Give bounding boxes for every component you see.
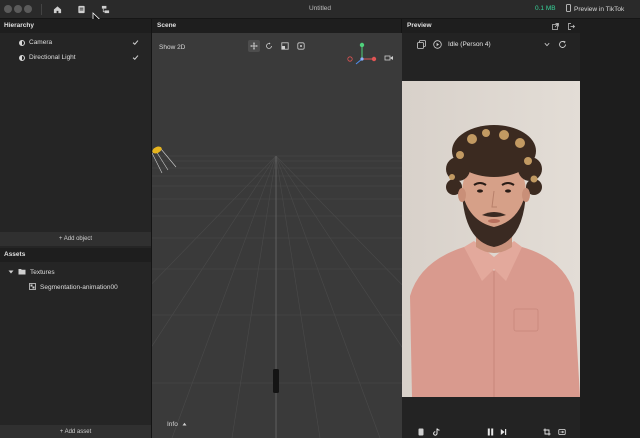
- info-toggle[interactable]: Info: [167, 421, 187, 428]
- scale-tool-icon[interactable]: [281, 42, 289, 52]
- asset-file-label: Segmentation-animation00: [40, 284, 118, 291]
- folder-label: Textures: [30, 269, 55, 276]
- preview-video-frame: [402, 81, 580, 397]
- left-panel: Hierarchy Camera Directional Light + Add…: [0, 19, 152, 438]
- external-link-icon[interactable]: [552, 23, 559, 32]
- caret-up-icon: [182, 421, 187, 428]
- assets-header: Assets: [0, 248, 151, 262]
- preview-mode-select[interactable]: Idle (Person 4): [444, 38, 552, 51]
- chevron-down-icon[interactable]: [8, 269, 14, 277]
- title-bar: Untitled 0.1 MB Preview in TikTok: [0, 0, 640, 24]
- visibility-checkbox[interactable]: [132, 39, 139, 46]
- logout-icon[interactable]: [568, 23, 575, 32]
- layers-icon[interactable]: [417, 40, 426, 49]
- crop-icon[interactable]: [543, 428, 551, 438]
- folder-textures[interactable]: Textures: [8, 268, 55, 277]
- rect-tool-icon[interactable]: [297, 42, 305, 52]
- preview-in-tiktok-button[interactable]: Preview in TikTok: [566, 4, 624, 14]
- add-object-button[interactable]: + Add object: [0, 232, 151, 246]
- visibility-checkbox[interactable]: [132, 54, 139, 61]
- phone-icon: [566, 4, 571, 14]
- play-circle-icon[interactable]: [433, 40, 442, 51]
- object-icon: [19, 54, 25, 61]
- right-side-strip: [580, 19, 640, 438]
- add-asset-button[interactable]: + Add asset: [0, 425, 151, 438]
- tiktok-icon[interactable]: [433, 428, 440, 438]
- move-tool-icon[interactable]: [248, 40, 260, 52]
- hierarchy-item-label: Camera: [29, 39, 53, 46]
- hierarchy-header: Hierarchy: [0, 19, 151, 33]
- memory-usage: 0.1 MB: [535, 5, 556, 12]
- rotate-tool-icon[interactable]: [265, 42, 273, 52]
- app-window: Untitled 0.1 MB Preview in TikTok Hierar…: [0, 0, 640, 438]
- next-frame-icon[interactable]: [500, 428, 507, 438]
- refresh-icon[interactable]: [558, 40, 567, 51]
- info-label: Info: [167, 421, 178, 428]
- show-2d-toggle[interactable]: Show 2D: [159, 44, 185, 51]
- person-preview-image: [402, 81, 580, 397]
- scene-viewport[interactable]: [152, 33, 402, 438]
- hierarchy-item-label: Directional Light: [29, 54, 76, 61]
- folder-icon: [18, 268, 26, 277]
- hierarchy-item-directional-light[interactable]: Directional Light: [0, 50, 151, 65]
- chevron-down-icon: [544, 42, 550, 49]
- scene-header: Scene: [152, 19, 401, 33]
- rotate-screen-icon[interactable]: [558, 428, 566, 438]
- phone-icon[interactable]: [418, 428, 424, 438]
- scene-panel: Scene Show 2D Info: [152, 19, 402, 438]
- preview-bottom-toolbar: [402, 424, 580, 438]
- object-icon: [19, 39, 25, 46]
- texture-file-icon: [29, 283, 36, 292]
- preview-in-tiktok-label: Preview in TikTok: [574, 5, 625, 13]
- hierarchy-item-camera[interactable]: Camera: [0, 35, 151, 50]
- camera-object[interactable]: [273, 369, 279, 393]
- asset-file-segmentation[interactable]: Segmentation-animation00: [29, 283, 118, 292]
- preview-mode-value: Idle (Person 4): [448, 41, 491, 48]
- pause-icon[interactable]: [487, 428, 494, 438]
